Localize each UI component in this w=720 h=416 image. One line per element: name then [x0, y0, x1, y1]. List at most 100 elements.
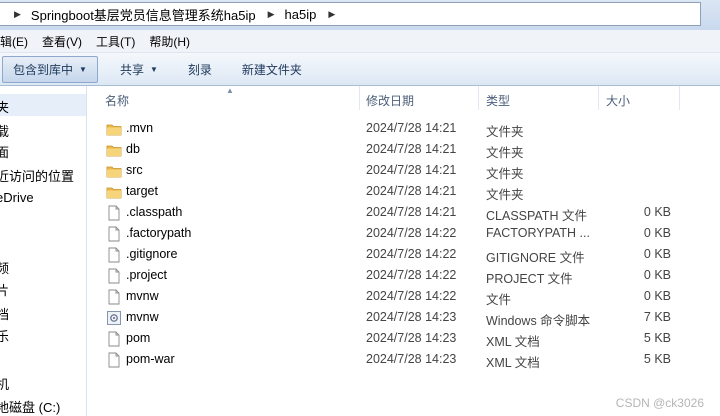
file-row[interactable]: db 2024/7/28 14:21 文件夹 [87, 139, 720, 160]
breadcrumb-project[interactable]: Springboot基层党员信息管理系统ha5ip [31, 5, 256, 24]
file-name: db [126, 142, 140, 156]
menu-tools[interactable]: 工具(T) [96, 33, 135, 50]
file-row[interactable]: pom-war 2024/7/28 14:23 XML 文档 5 KB [87, 349, 720, 370]
column-headers: ▲ 名称 修改日期 类型 大小 [87, 86, 720, 110]
share-button[interactable]: 共享 ▼ [112, 57, 166, 82]
file-name: .project [126, 268, 167, 282]
nav-item-downloads[interactable]: 载 [0, 121, 9, 140]
file-size: 7 KB [643, 310, 671, 324]
file-icon [108, 205, 120, 221]
menu-help[interactable]: 帮助(H) [149, 33, 190, 50]
file-row[interactable]: src 2024/7/28 14:21 文件夹 [87, 160, 720, 181]
menu-view[interactable]: 查看(V) [42, 33, 82, 50]
file-date: 2024/7/28 14:21 [366, 121, 457, 135]
file-type: Windows 命令脚本 [486, 314, 591, 328]
nav-item-computer[interactable]: 机 [0, 374, 9, 393]
chevron-right-icon[interactable]: ▶ [328, 9, 335, 20]
column-header-name[interactable]: 名称 [105, 92, 129, 109]
file-icon [108, 247, 120, 263]
chevron-right-icon[interactable]: ▶ [268, 9, 275, 20]
file-type: 文件夹 [486, 125, 524, 139]
column-divider[interactable] [598, 86, 599, 110]
file-icon [108, 268, 120, 284]
nav-item-pictures[interactable]: 片 [0, 280, 9, 299]
file-icon [108, 226, 120, 242]
file-type: CLASSPATH 文件 [486, 209, 587, 223]
file-type: PROJECT 文件 [486, 272, 573, 286]
navigation-pane: 夹 载 面 近访问的位置 eDrive 频 片 档 乐 机 地磁盘 (C:) [0, 86, 87, 416]
file-date: 2024/7/28 14:22 [366, 268, 457, 282]
burn-button[interactable]: 刻录 [180, 57, 220, 82]
file-row[interactable]: .gitignore 2024/7/28 14:22 GITIGNORE 文件 … [87, 244, 720, 265]
chevron-right-icon[interactable]: ▶ [14, 9, 21, 20]
file-icon [108, 331, 120, 347]
nav-item-local-disk-c[interactable]: 地磁盘 (C:) [0, 397, 60, 416]
column-header-modified[interactable]: 修改日期 [366, 92, 414, 109]
nav-item-onedrive[interactable]: eDrive [0, 190, 34, 205]
file-size: 0 KB [643, 205, 671, 219]
file-size: 5 KB [643, 331, 671, 345]
file-date: 2024/7/28 14:23 [366, 310, 457, 324]
file-name: mvnw [126, 310, 159, 324]
file-name: .gitignore [126, 247, 178, 261]
script-icon [107, 311, 121, 325]
file-icon [108, 289, 120, 305]
file-date: 2024/7/28 14:22 [366, 226, 457, 240]
nav-item-music[interactable]: 乐 [0, 326, 9, 345]
new-folder-label: 新建文件夹 [241, 62, 302, 77]
file-row[interactable]: .classpath 2024/7/28 14:21 CLASSPATH 文件 … [87, 202, 720, 223]
share-label: 共享 [119, 62, 144, 77]
file-size: 0 KB [643, 226, 671, 240]
file-row[interactable]: .factorypath 2024/7/28 14:22 FACTORYPATH… [87, 223, 720, 244]
nav-item-desktop[interactable]: 面 [0, 142, 9, 161]
file-date: 2024/7/28 14:21 [366, 142, 457, 156]
address-bar-area: ▶ Springboot基层党员信息管理系统ha5ip ▶ ha5ip ▶ [0, 0, 720, 30]
nav-item-videos[interactable]: 频 [0, 258, 9, 277]
dropdown-arrow-icon: ▼ [149, 64, 158, 74]
file-type: 文件 [486, 293, 512, 307]
file-type: XML 文档 [486, 356, 540, 370]
column-header-type[interactable]: 类型 [486, 92, 510, 109]
file-row[interactable]: .project 2024/7/28 14:22 PROJECT 文件 0 KB [87, 265, 720, 286]
file-icon [108, 352, 120, 368]
watermark: CSDN @ck3026 [615, 396, 704, 410]
column-header-size[interactable]: 大小 [606, 92, 630, 109]
menu-edit[interactable]: 编辑(E) [0, 33, 28, 50]
file-type: 文件夹 [486, 188, 524, 202]
file-date: 2024/7/28 14:23 [366, 352, 457, 366]
include-in-library-button[interactable]: 包含到库中 ▼ [2, 55, 98, 83]
nav-item-favorites[interactable]: 夹 [0, 94, 86, 116]
file-row[interactable]: mvnw 2024/7/28 14:22 文件 0 KB [87, 286, 720, 307]
file-date: 2024/7/28 14:21 [366, 205, 457, 219]
menu-bar: 编辑(E) 查看(V) 工具(T) 帮助(H) [0, 30, 720, 53]
file-size: 0 KB [643, 289, 671, 303]
dropdown-arrow-icon: ▼ [79, 64, 87, 74]
sort-ascending-icon: ▲ [226, 86, 234, 95]
burn-label: 刻录 [187, 62, 212, 77]
file-size: 0 KB [643, 268, 671, 282]
file-name: target [126, 184, 158, 198]
file-type: FACTORYPATH ... [486, 226, 590, 240]
breadcrumb-current[interactable]: ha5ip [285, 7, 317, 22]
column-divider[interactable] [478, 86, 479, 110]
column-divider[interactable] [679, 86, 680, 110]
address-bar[interactable]: ▶ Springboot基层党员信息管理系统ha5ip ▶ ha5ip ▶ [0, 2, 701, 26]
nav-item-recent-places[interactable]: 近访问的位置 [0, 166, 74, 185]
file-date: 2024/7/28 14:21 [366, 184, 457, 198]
file-name: .mvn [126, 121, 154, 135]
file-row[interactable]: .mvn 2024/7/28 14:21 文件夹 [87, 118, 720, 139]
file-type: XML 文档 [486, 335, 540, 349]
new-folder-button[interactable]: 新建文件夹 [234, 57, 310, 82]
nav-item-documents[interactable]: 档 [0, 304, 9, 323]
folder-icon [106, 145, 122, 157]
include-in-library-label: 包含到库中 [13, 62, 74, 77]
file-row[interactable]: target 2024/7/28 14:21 文件夹 [87, 181, 720, 202]
command-toolbar: 包含到库中 ▼ 共享 ▼ 刻录 新建文件夹 [0, 53, 720, 86]
file-name: pom-war [126, 352, 175, 366]
file-row[interactable]: mvnw 2024/7/28 14:23 Windows 命令脚本 7 KB [87, 307, 720, 328]
column-divider[interactable] [359, 86, 360, 110]
folder-icon [106, 124, 122, 136]
file-name: .classpath [126, 205, 183, 219]
file-name: mvnw [126, 289, 159, 303]
file-row[interactable]: pom 2024/7/28 14:23 XML 文档 5 KB [87, 328, 720, 349]
